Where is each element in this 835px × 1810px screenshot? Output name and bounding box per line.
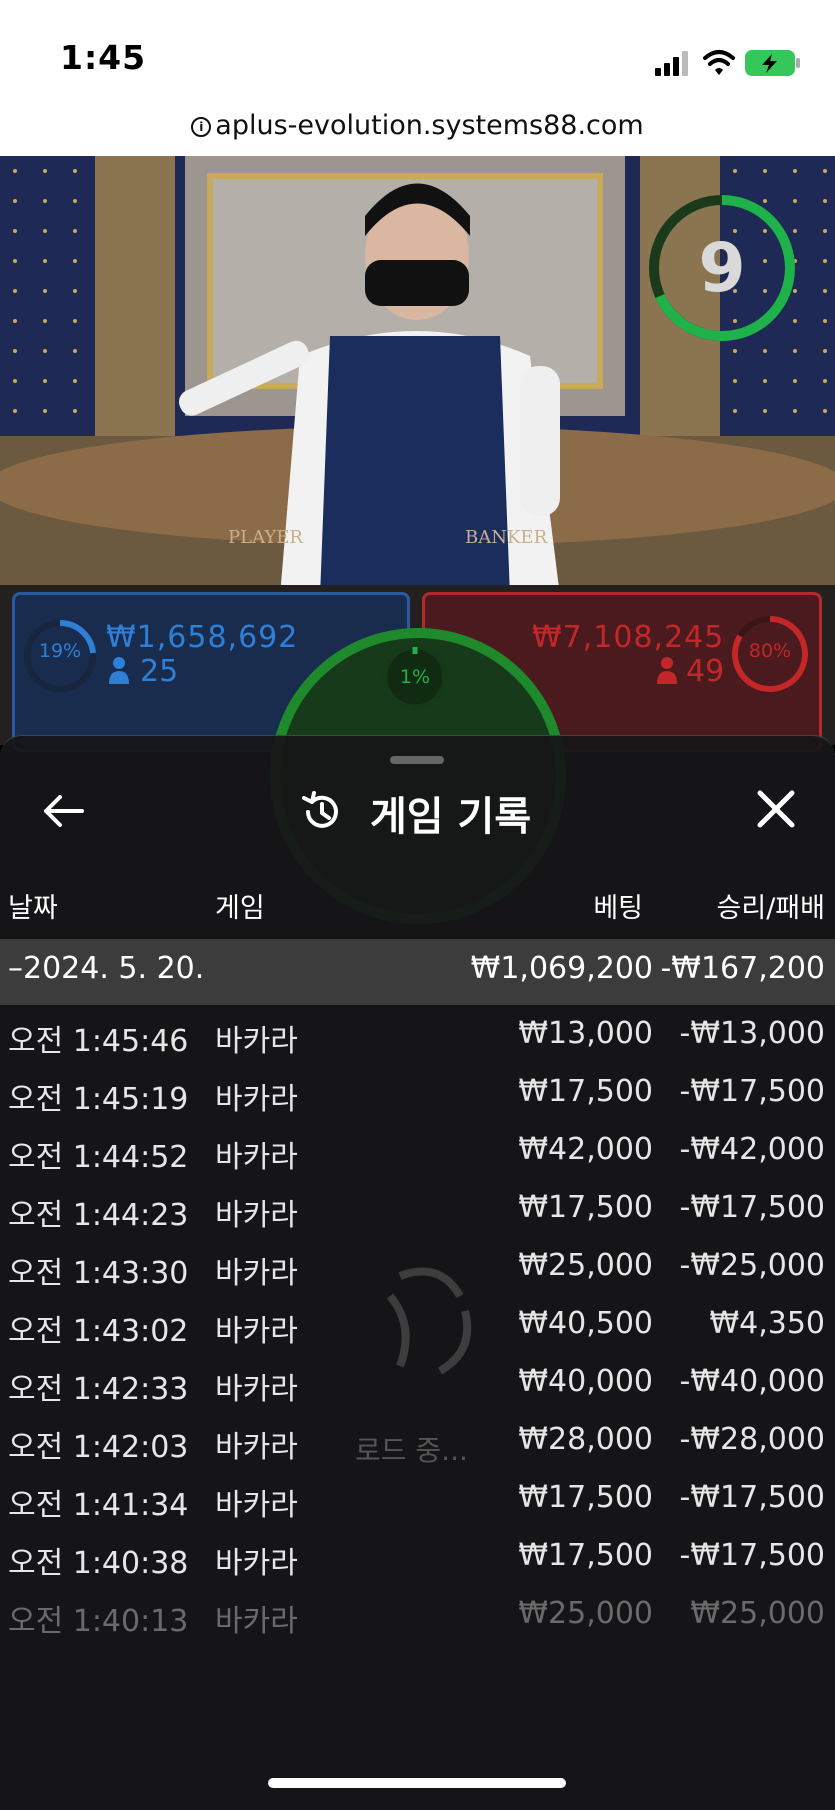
row-time: 오전 1:42:33 <box>8 1372 189 1407</box>
banker-bettor-count: 49 <box>686 654 725 689</box>
row-game: 바카라 <box>215 1372 298 1407</box>
row-game: 바카라 <box>215 1546 298 1581</box>
row-time: 오전 1:44:52 <box>8 1140 189 1175</box>
close-icon[interactable] <box>755 788 797 830</box>
row-result: ₩4,350 <box>709 1306 825 1341</box>
row-result: ₩25,000 <box>690 1596 825 1631</box>
clock: 1:45 <box>60 38 147 77</box>
row-result: -₩17,500 <box>679 1480 825 1515</box>
row-bet: ₩17,500 <box>518 1074 653 1109</box>
row-game: 바카라 <box>215 1314 298 1349</box>
row-bet: ₩17,500 <box>518 1480 653 1515</box>
row-game: 바카라 <box>215 1024 298 1059</box>
row-game: 바카라 <box>215 1256 298 1291</box>
row-game: 바카라 <box>215 1198 298 1233</box>
row-game: 바카라 <box>215 1430 298 1465</box>
row-result: -₩42,000 <box>679 1132 825 1167</box>
game-history-sheet: 게임 기록 날짜 게임 베팅 승리/패배 –2024. 5. 20. ₩1,06… <box>0 735 835 1810</box>
address-bar[interactable]: i aplus-evolution.systems88.com <box>0 100 835 156</box>
wifi-icon <box>703 50 735 75</box>
sheet-handle[interactable] <box>390 756 444 764</box>
row-game: 바카라 <box>215 1140 298 1175</box>
back-arrow-icon[interactable] <box>40 786 90 836</box>
row-game: 바카라 <box>215 1082 298 1117</box>
row-result: -₩28,000 <box>679 1422 825 1457</box>
row-time: 오전 1:42:03 <box>8 1430 189 1465</box>
row-time: 오전 1:43:30 <box>8 1256 189 1291</box>
row-time: 오전 1:45:46 <box>8 1024 189 1059</box>
history-row[interactable]: 오전 1:40:38 바카라 ₩17,500 -₩17,500 <box>0 1528 835 1594</box>
row-time: 오전 1:40:38 <box>8 1546 189 1581</box>
loading-spinner-icon <box>386 1267 472 1375</box>
url-text: aplus-evolution.systems88.com <box>215 110 644 141</box>
banker-total-amount: ₩7,108,245 <box>532 620 725 655</box>
row-bet: ₩25,000 <box>518 1596 653 1631</box>
row-bet: ₩42,000 <box>518 1132 653 1167</box>
banker-table-label: BANKER <box>465 527 548 548</box>
row-result: -₩17,500 <box>679 1190 825 1225</box>
status-bar: 1:45 <box>0 0 835 100</box>
date-group-bet-total: ₩1,069,200 <box>470 951 653 986</box>
column-header-game: 게임 <box>215 893 265 924</box>
signal-icon <box>655 51 688 76</box>
column-header-date: 날짜 <box>8 893 58 924</box>
history-row[interactable]: 오전 1:44:23 바카라 ₩17,500 -₩17,500 <box>0 1180 835 1246</box>
countdown-number: 9 <box>698 229 745 308</box>
player-percent: 19% <box>38 640 82 662</box>
date-group-label: –2024. 5. 20. <box>8 951 205 986</box>
date-group-row[interactable]: –2024. 5. 20. ₩1,069,200 -₩167,200 <box>0 939 835 1005</box>
row-result: -₩25,000 <box>679 1248 825 1283</box>
history-row[interactable]: 오전 1:45:46 바카라 ₩13,000 -₩13,000 <box>0 1006 835 1072</box>
player-user-icon <box>109 657 129 684</box>
status-icons <box>655 50 800 76</box>
row-bet: ₩28,000 <box>518 1422 653 1457</box>
row-time: 오전 1:41:34 <box>8 1488 189 1523</box>
history-icon <box>302 791 338 828</box>
tie-percent: 1% <box>399 666 431 688</box>
row-result: -₩17,500 <box>679 1538 825 1573</box>
sheet-title: 게임 기록 <box>370 794 532 840</box>
player-total-amount: ₩1,658,692 <box>106 620 299 655</box>
row-bet: ₩17,500 <box>518 1190 653 1225</box>
row-bet: ₩17,500 <box>518 1538 653 1573</box>
battery-icon <box>745 50 800 76</box>
dealer-video-frame: PLAYER BANKER 9 <box>0 156 835 596</box>
column-header-result: 승리/패배 <box>716 893 825 924</box>
history-row[interactable]: 오전 1:45:19 바카라 ₩17,500 -₩17,500 <box>0 1064 835 1130</box>
player-table-label: PLAYER <box>228 527 303 548</box>
banker-user-icon <box>657 657 677 684</box>
row-time: 오전 1:40:13 <box>8 1604 189 1639</box>
row-game: 바카라 <box>215 1488 298 1523</box>
player-bettor-count: 25 <box>140 654 179 689</box>
date-group-result-total: -₩167,200 <box>660 951 825 986</box>
row-result: -₩17,500 <box>679 1074 825 1109</box>
home-indicator[interactable] <box>268 1778 566 1788</box>
row-bet: ₩40,500 <box>518 1306 653 1341</box>
history-row[interactable]: 오전 1:41:34 바카라 ₩17,500 -₩17,500 <box>0 1470 835 1536</box>
row-time: 오전 1:45:19 <box>8 1082 189 1117</box>
row-time: 오전 1:43:02 <box>8 1314 189 1349</box>
row-bet: ₩13,000 <box>518 1016 653 1051</box>
column-header-bet: 베팅 <box>593 893 643 924</box>
row-result: -₩40,000 <box>679 1364 825 1399</box>
info-icon[interactable]: i <box>191 116 212 137</box>
live-video: PLAYER BANKER 9 <box>0 156 835 596</box>
loading-text: 로드 중... <box>355 1434 468 1467</box>
row-bet: ₩40,000 <box>518 1364 653 1399</box>
row-time: 오전 1:44:23 <box>8 1198 189 1233</box>
history-row[interactable]: 오전 1:44:52 바카라 ₩42,000 -₩42,000 <box>0 1122 835 1188</box>
history-row[interactable]: 오전 1:40:13 바카라 ₩25,000 ₩25,000 <box>0 1586 835 1652</box>
row-bet: ₩25,000 <box>518 1248 653 1283</box>
banker-percent: 80% <box>748 640 792 662</box>
row-game: 바카라 <box>215 1604 298 1639</box>
row-result: -₩13,000 <box>679 1016 825 1051</box>
